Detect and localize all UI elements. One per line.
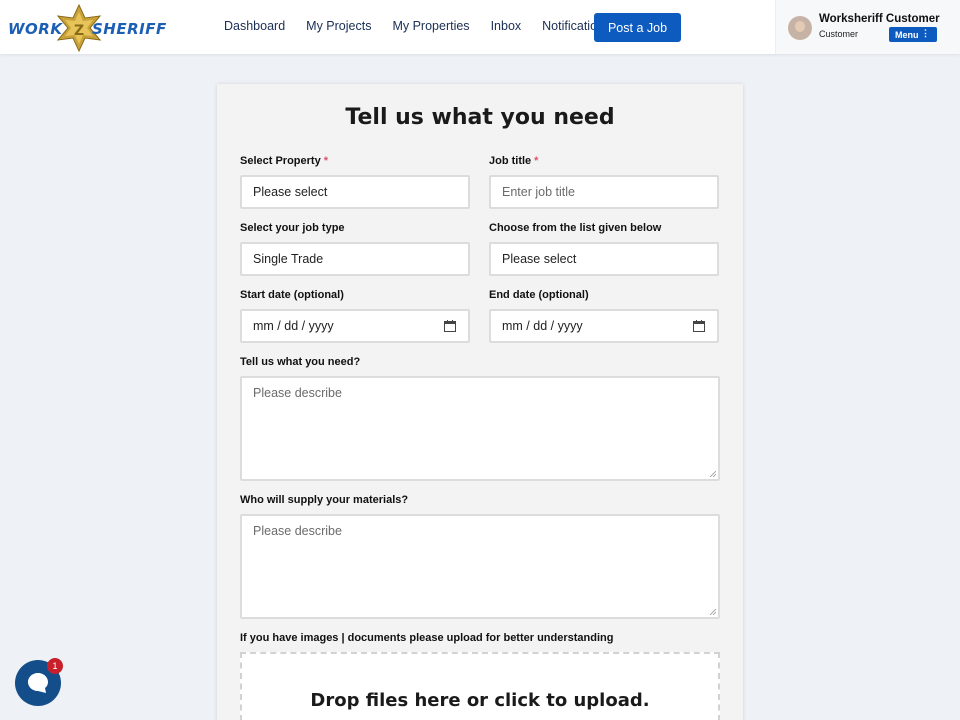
select-property-label: Select Property * — [240, 155, 328, 167]
dropzone-text: Drop files here or click to upload. — [310, 690, 650, 711]
menu-button[interactable]: Menu ⋮ — [889, 27, 937, 42]
logo-text-sheriff: SHERIFF — [92, 20, 167, 38]
job-title-label-text: Job title — [489, 155, 532, 167]
materials-placeholder: Please describe — [253, 524, 342, 538]
logo-text-work: WORK — [8, 20, 63, 38]
start-date-label: Start date (optional) — [240, 289, 344, 301]
svg-text:Z: Z — [74, 23, 84, 39]
materials-textarea[interactable]: Please describe — [240, 514, 720, 619]
required-asterisk: * — [323, 155, 328, 167]
calendar-icon[interactable] — [444, 320, 456, 332]
avatar[interactable] — [788, 16, 812, 40]
select-property-dropdown[interactable]: Please select — [240, 175, 470, 209]
end-date-label: End date (optional) — [489, 289, 589, 301]
top-header: WORK Z SHERIFF Dashboard My Projects My … — [0, 0, 960, 54]
job-title-input[interactable]: Enter job title — [489, 175, 719, 209]
user-name: Worksheriff Customer — [819, 13, 940, 25]
need-label: Tell us what you need? — [240, 356, 361, 368]
nav-inbox[interactable]: Inbox — [491, 19, 522, 33]
job-request-form: Tell us what you need Select Property * P… — [217, 84, 743, 720]
user-panel: Worksheriff Customer Customer Menu ⋮ — [775, 0, 960, 54]
end-date-input[interactable]: mm / dd / yyyy — [489, 309, 719, 343]
job-type-label: Select your job type — [240, 222, 345, 234]
form-title: Tell us what you need — [345, 105, 615, 130]
user-role: Customer — [819, 29, 859, 39]
materials-label: Who will supply your materials? — [240, 494, 409, 506]
choose-list-dropdown[interactable]: Please select — [489, 242, 719, 276]
start-date-input[interactable]: mm / dd / yyyy — [240, 309, 470, 343]
worksheriff-logo[interactable]: WORK Z SHERIFF — [8, 4, 166, 52]
menu-label: Menu — [895, 29, 919, 40]
nav-my-properties[interactable]: My Properties — [392, 19, 469, 33]
job-title-label: Job title * — [489, 155, 538, 167]
upload-label: If you have images | documents please up… — [240, 632, 614, 644]
resize-grip-icon[interactable] — [710, 609, 716, 615]
kebab-icon: ⋮ — [921, 28, 930, 38]
chat-bubble-icon — [28, 673, 48, 693]
need-textarea[interactable]: Please describe — [240, 376, 720, 481]
choose-list-label: Choose from the list given below — [489, 222, 662, 234]
need-placeholder: Please describe — [253, 386, 342, 400]
job-type-dropdown[interactable]: Single Trade — [240, 242, 470, 276]
file-dropzone[interactable]: Drop files here or click to upload. — [240, 652, 720, 720]
nav-dashboard[interactable]: Dashboard — [224, 19, 285, 33]
select-property-label-text: Select Property — [240, 155, 321, 167]
nav-my-projects[interactable]: My Projects — [306, 19, 371, 33]
required-asterisk: * — [534, 155, 539, 167]
end-date-placeholder: mm / dd / yyyy — [502, 319, 583, 333]
start-date-placeholder: mm / dd / yyyy — [253, 319, 334, 333]
calendar-icon[interactable] — [693, 320, 705, 332]
post-a-job-button[interactable]: Post a Job — [594, 13, 681, 42]
chat-unread-badge: 1 — [47, 658, 63, 674]
main-nav: Dashboard My Projects My Properties Inbo… — [224, 19, 625, 33]
resize-grip-icon[interactable] — [710, 471, 716, 477]
